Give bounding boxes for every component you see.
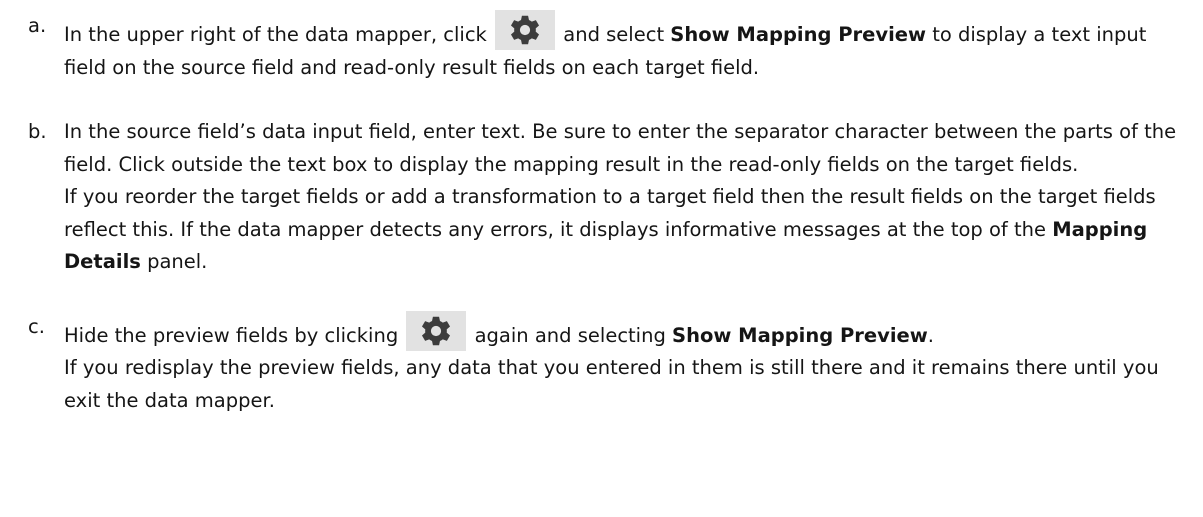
document-page: a. In the upper right of the data mapper… xyxy=(0,0,1203,517)
step-marker: b. xyxy=(28,120,47,143)
step-b-note: If you reorder the target fields or add … xyxy=(64,185,1156,273)
gear-icon xyxy=(511,15,540,45)
procedure-steps: a. In the upper right of the data mapper… xyxy=(28,10,1187,417)
step-c-text: Hide the preview fields by clicking agai… xyxy=(64,310,1187,353)
step-a: a. In the upper right of the data mapper… xyxy=(28,10,1187,84)
step-marker: a. xyxy=(28,14,47,37)
step-a-text: In the upper right of the data mapper, c… xyxy=(64,10,1187,84)
settings-gear-button-image xyxy=(495,10,556,50)
step-b-text: In the source field’s data input field, … xyxy=(64,120,1177,176)
step-c-note: If you redisplay the preview fields, any… xyxy=(64,356,1159,412)
step-b: b. In the source field’s data input fiel… xyxy=(28,116,1187,279)
step-c: c. Hide the preview fields by clicking a… xyxy=(28,310,1187,418)
gear-icon xyxy=(422,316,451,345)
show-mapping-preview-label: Show Mapping Preview xyxy=(672,323,928,347)
show-mapping-preview-label: Show Mapping Preview xyxy=(670,23,926,46)
step-marker: c. xyxy=(28,314,45,338)
settings-gear-button-image xyxy=(406,310,467,351)
